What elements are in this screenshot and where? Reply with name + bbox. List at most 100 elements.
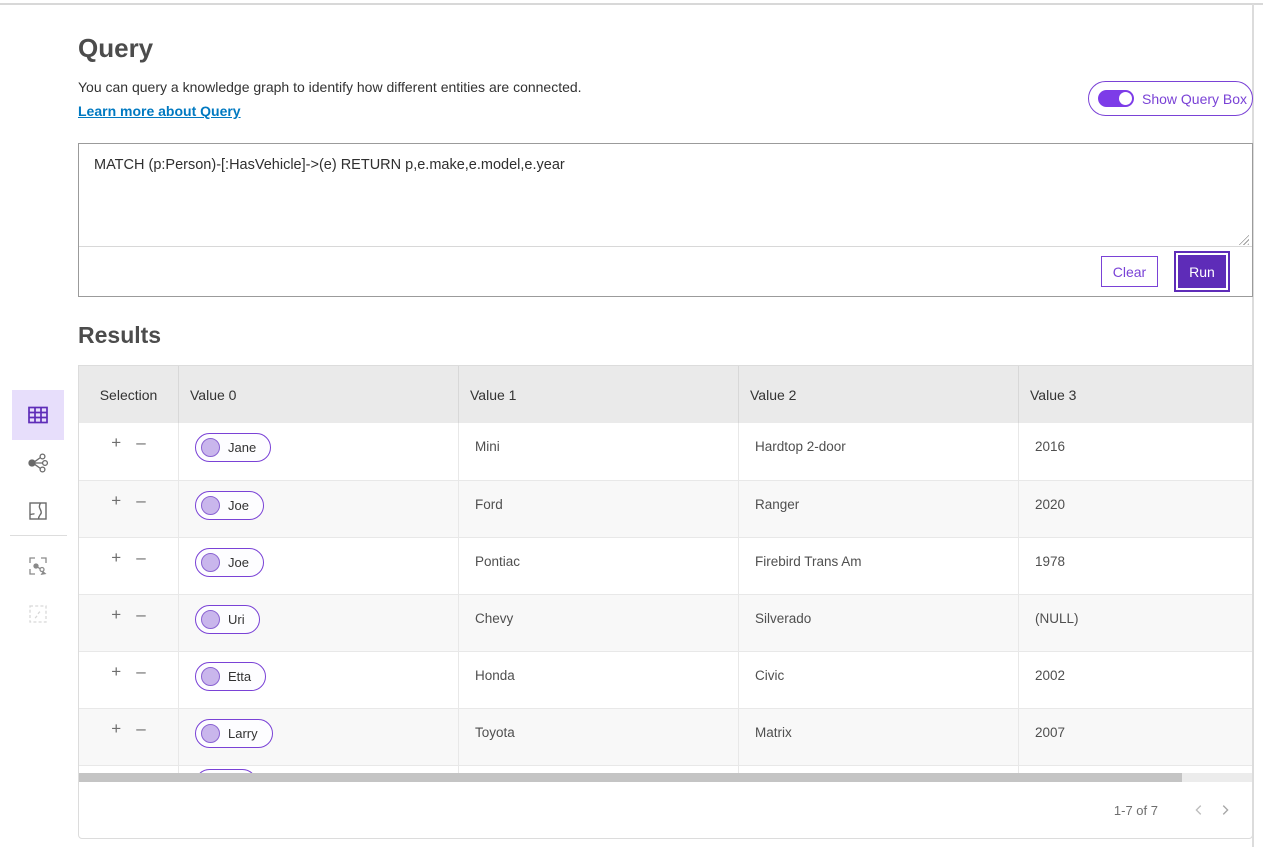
value0-cell <box>179 766 459 773</box>
run-button[interactable]: Run <box>1178 255 1226 288</box>
entity-chip[interactable]: Joe <box>195 491 264 520</box>
entity-chip[interactable]: Etta <box>195 662 266 691</box>
entity-chip[interactable]: Uri <box>195 605 260 634</box>
column-header-value2[interactable]: Value 2 <box>739 366 1019 423</box>
results-title: Results <box>78 322 161 349</box>
add-to-selection-button[interactable]: + <box>111 663 121 680</box>
value0-cell: Larry <box>179 709 459 765</box>
value1-cell <box>459 766 739 773</box>
table-row: + – Joe Ford Ranger 2020 <box>79 480 1252 537</box>
value1-cell: Ford <box>459 481 739 537</box>
value0-cell: Jane <box>179 423 459 480</box>
add-to-selection-button[interactable]: + <box>111 434 121 451</box>
value2-cell: Firebird Trans Am <box>739 538 1019 594</box>
selection-cell: + – <box>79 481 179 537</box>
selection-cell: + – <box>79 652 179 708</box>
entity-node-icon <box>201 553 220 572</box>
value0-cell: Joe <box>179 481 459 537</box>
value3-cell: 2007 <box>1019 709 1252 765</box>
entity-name: Joe <box>228 498 249 513</box>
table-row: + – Larry Toyota Matrix 2007 <box>79 708 1252 765</box>
remove-from-selection-button[interactable]: – <box>136 720 145 737</box>
add-to-selection-button[interactable]: + <box>111 549 121 566</box>
value3-cell: 1978 <box>1019 538 1252 594</box>
table-row: + – Jane Mini Hardtop 2-door 2016 <box>79 423 1252 480</box>
toggle-switch-icon[interactable] <box>1098 90 1134 107</box>
query-input[interactable]: MATCH (p:Person)-[:HasVehicle]->(e) RETU… <box>79 144 1252 247</box>
horizontal-scrollbar[interactable] <box>79 773 1252 782</box>
rail-divider <box>10 535 67 536</box>
entity-name: Uri <box>228 612 245 627</box>
learn-more-link[interactable]: Learn more about Query <box>78 103 241 119</box>
value2-cell: Silverado <box>739 595 1019 651</box>
selection-cell: + – <box>79 595 179 651</box>
value1-cell: Toyota <box>459 709 739 765</box>
new-link-chart-icon <box>26 554 50 578</box>
table-view-button[interactable] <box>12 390 64 440</box>
top-divider <box>0 3 1263 5</box>
new-map-dashed-icon <box>26 602 50 626</box>
value0-cell: Joe <box>179 538 459 594</box>
column-header-value3[interactable]: Value 3 <box>1019 366 1252 423</box>
show-query-box-toggle[interactable]: Show Query Box <box>1088 81 1253 116</box>
page-description: You can query a knowledge graph to ident… <box>78 79 582 95</box>
entity-name: Joe <box>228 555 249 570</box>
value2-cell: Hardtop 2-door <box>739 423 1019 480</box>
remove-from-selection-button[interactable]: – <box>136 434 145 451</box>
column-header-value0[interactable]: Value 0 <box>179 366 459 423</box>
link-chart-icon <box>26 451 50 475</box>
value2-cell: Ranger <box>739 481 1019 537</box>
scrollbar-thumb[interactable] <box>79 773 1182 782</box>
value0-cell: Uri <box>179 595 459 651</box>
selection-cell: + – <box>79 766 179 773</box>
map-icon <box>26 499 50 523</box>
entity-name: Etta <box>228 669 251 684</box>
chevron-right-icon[interactable] <box>1212 797 1238 823</box>
value1-cell: Mini <box>459 423 739 480</box>
chevron-left-icon[interactable] <box>1186 797 1212 823</box>
value1-cell: Pontiac <box>459 538 739 594</box>
new-link-chart-button[interactable] <box>12 541 64 591</box>
value2-cell <box>739 766 1019 773</box>
column-header-value1[interactable]: Value 1 <box>459 366 739 423</box>
entity-chip[interactable]: Joe <box>195 548 264 577</box>
remove-from-selection-button[interactable]: – <box>136 663 145 680</box>
toggle-knob <box>1119 92 1132 105</box>
entity-chip[interactable]: Larry <box>195 719 273 748</box>
selection-cell: + – <box>79 709 179 765</box>
table-icon <box>26 403 50 427</box>
query-box: MATCH (p:Person)-[:HasVehicle]->(e) RETU… <box>78 143 1253 297</box>
entity-node-icon <box>201 610 220 629</box>
clear-button[interactable]: Clear <box>1101 256 1158 287</box>
results-table: Selection Value 0 Value 1 Value 2 Value … <box>78 365 1253 839</box>
map-view-button[interactable] <box>12 486 64 536</box>
entity-node-icon <box>201 438 220 457</box>
selection-cell: + – <box>79 538 179 594</box>
add-to-selection-button[interactable]: + <box>111 720 121 737</box>
value2-cell: Civic <box>739 652 1019 708</box>
selection-cell: + – <box>79 423 179 480</box>
value1-cell: Honda <box>459 652 739 708</box>
link-chart-view-button[interactable] <box>12 438 64 488</box>
remove-from-selection-button[interactable]: – <box>136 549 145 566</box>
remove-from-selection-button[interactable]: – <box>136 492 145 509</box>
remove-from-selection-button[interactable]: – <box>136 606 145 623</box>
table-row: + – Joe Pontiac Firebird Trans Am 1978 <box>79 537 1252 594</box>
table-header-row: Selection Value 0 Value 1 Value 2 Value … <box>79 366 1252 423</box>
column-header-selection[interactable]: Selection <box>79 366 179 423</box>
entity-node-icon <box>201 724 220 743</box>
entity-node-icon <box>201 496 220 515</box>
add-to-selection-button[interactable]: + <box>111 492 121 509</box>
entity-chip[interactable]: Jane <box>195 433 271 462</box>
value3-cell: 2002 <box>1019 652 1252 708</box>
value3-cell <box>1019 766 1252 773</box>
value3-cell: (NULL) <box>1019 595 1252 651</box>
pagination-label: 1-7 of 7 <box>1114 803 1158 818</box>
value0-cell: Etta <box>179 652 459 708</box>
add-to-selection-button[interactable]: + <box>111 606 121 623</box>
toggle-label: Show Query Box <box>1142 91 1247 107</box>
table-row: + – <box>79 765 1252 773</box>
value3-cell: 2020 <box>1019 481 1252 537</box>
value3-cell: 2016 <box>1019 423 1252 480</box>
new-map-button <box>12 589 64 639</box>
